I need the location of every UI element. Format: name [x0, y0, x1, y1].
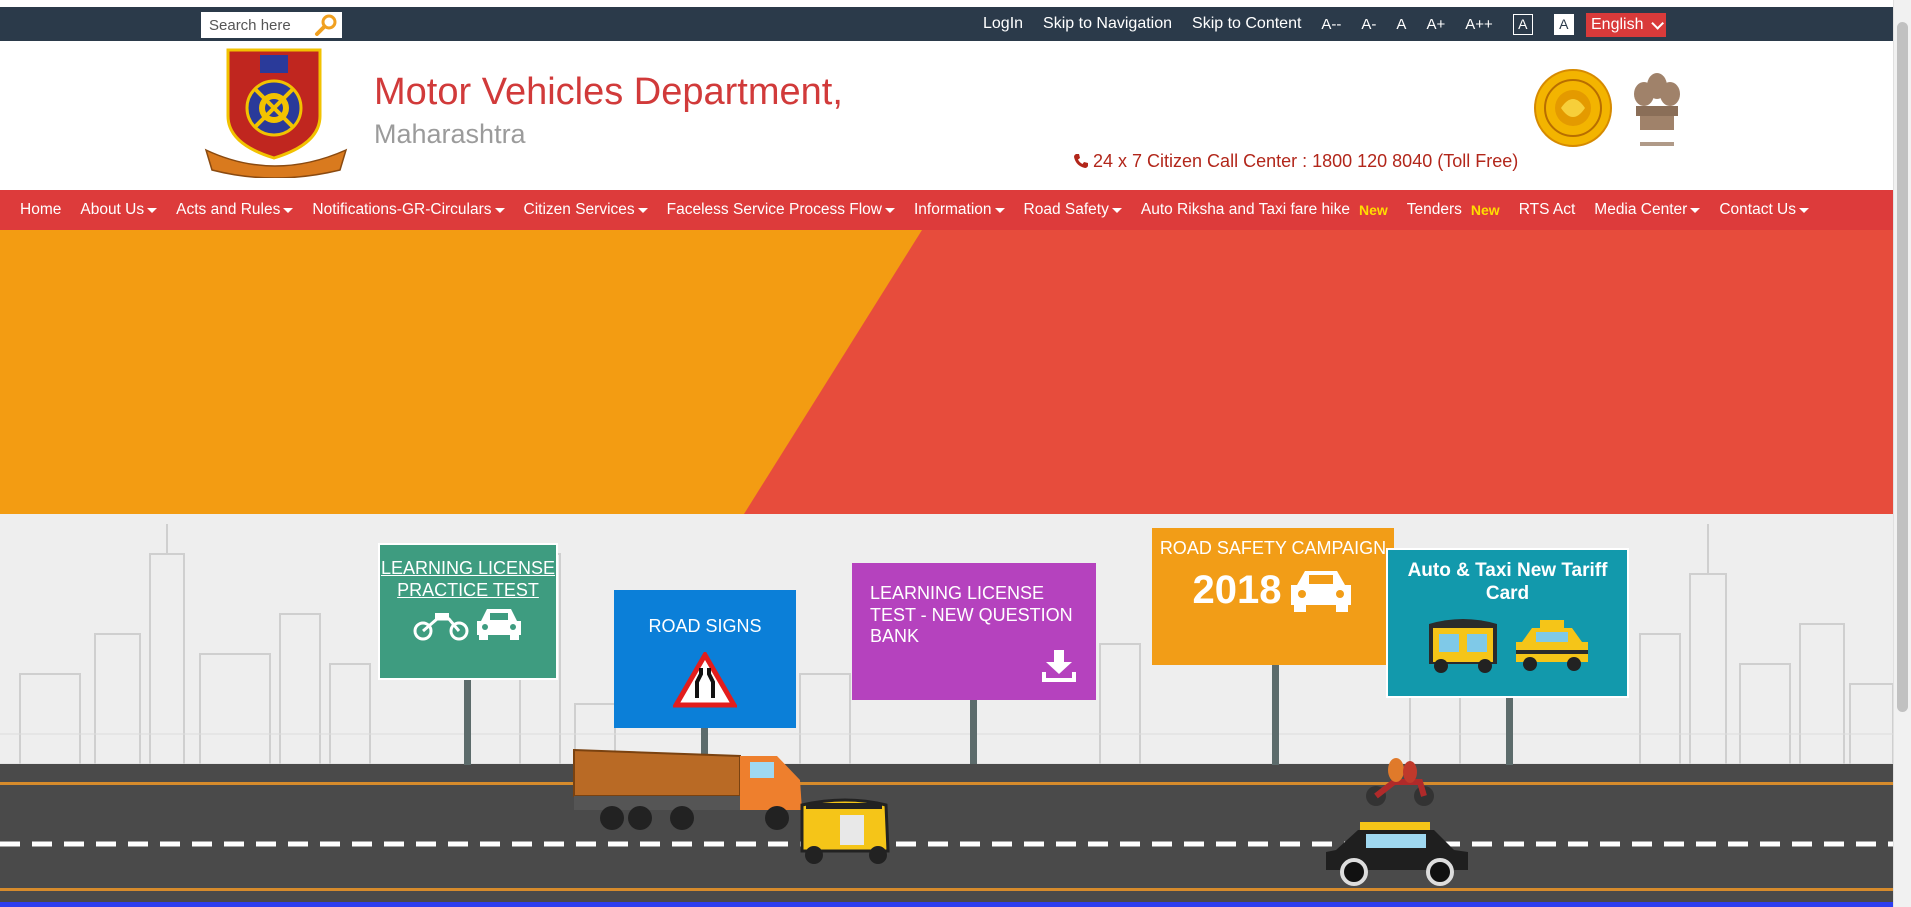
font-size-largest[interactable]: A++ [1465, 16, 1493, 33]
hero-banner [0, 230, 1893, 514]
caret-down-icon [994, 207, 1005, 213]
road-signs-label: ROAD SIGNS [648, 616, 762, 636]
page-title: Motor Vehicles Department, [374, 71, 843, 113]
nav-home-label: Home [20, 201, 62, 218]
call-center: 24 x 7 Citizen Call Center : 1800 120 80… [1073, 151, 1518, 172]
motorcycle-riders-illustration [1366, 758, 1434, 806]
nav-road-safety-label: Road Safety [1023, 201, 1109, 218]
department-emblem-logo[interactable] [202, 46, 350, 178]
download-icon [1042, 650, 1076, 682]
language-select[interactable]: English [1586, 13, 1666, 37]
contrast-dark-button[interactable]: A [1512, 13, 1533, 35]
top-links: LogIn Skip to Navigation Skip to Content… [983, 7, 1595, 41]
road-safety-year-row: 2018 [1152, 566, 1394, 614]
nav-rts-act[interactable]: RTS Act [1519, 201, 1576, 219]
motorcycle-icon [413, 613, 469, 641]
nav-tenders[interactable]: Tenders New [1407, 201, 1500, 219]
practice-test-board[interactable]: LEARNING LICENSE PRACTICE TEST [378, 543, 558, 680]
page: LogIn Skip to Navigation Skip to Content… [0, 0, 1893, 907]
nav-auto-riksha-fare[interactable]: Auto Riksha and Taxi fare hike New [1141, 201, 1388, 219]
sign-pole [464, 680, 471, 765]
top-bar: LogIn Skip to Navigation Skip to Content… [0, 7, 1893, 41]
skip-to-navigation-link[interactable]: Skip to Navigation [1043, 15, 1172, 33]
new-badge: New [1470, 202, 1500, 218]
auto-rickshaw-illustration [800, 798, 890, 864]
main-nav: Home About Us Acts and Rules Notificatio… [0, 190, 1893, 230]
nav-contact-us-label: Contact Us [1719, 201, 1796, 218]
site-header: Motor Vehicles Department, Maharashtra 2… [0, 41, 1893, 190]
search-box [201, 12, 342, 38]
taxi-icon [1516, 619, 1589, 671]
caret-down-icon [283, 207, 294, 213]
nav-notifications[interactable]: Notifications-GR-Circulars [312, 201, 505, 219]
chevron-down-icon [1651, 16, 1665, 30]
font-size-normal[interactable]: A [1396, 16, 1406, 33]
nav-acts-and-rules-label: Acts and Rules [176, 201, 281, 218]
road-signs-board[interactable]: ROAD SIGNS [614, 590, 796, 728]
page-subtitle: Maharashtra [374, 119, 526, 149]
font-size-larger[interactable]: A+ [1426, 16, 1445, 33]
road-sign-icon [671, 649, 739, 708]
auto-rickshaw-icon [1428, 618, 1497, 673]
caret-down-icon [637, 207, 648, 213]
nav-faceless-service[interactable]: Faceless Service Process Flow [667, 201, 895, 219]
nav-rts-act-label: RTS Act [1518, 201, 1576, 218]
nav-information[interactable]: Information [914, 201, 1005, 219]
nav-tenders-label: Tenders [1406, 201, 1462, 218]
nav-faceless-service-label: Faceless Service Process Flow [666, 201, 882, 218]
road-safety-year: 2018 [1192, 567, 1282, 612]
tariff-vehicle-icons [1388, 614, 1627, 683]
nav-acts-and-rules[interactable]: Acts and Rules [176, 201, 294, 219]
car-icon [476, 609, 521, 641]
call-center-text: 24 x 7 Citizen Call Center : 1800 120 80… [1093, 151, 1519, 171]
nav-citizen-services[interactable]: Citizen Services [524, 201, 648, 219]
nav-auto-riksha-fare-label: Auto Riksha and Taxi fare hike [1140, 201, 1350, 218]
nav-citizen-services-label: Citizen Services [523, 201, 635, 218]
question-bank-label: LEARNING LICENSE TEST - NEW QUESTION BAN… [870, 583, 1073, 647]
font-size-smaller[interactable]: A- [1361, 16, 1376, 33]
road-safety-label: ROAD SAFETY CAMPAIGN [1159, 538, 1387, 558]
maharashtra-seal-logo [1534, 69, 1612, 147]
nav-about-us-label: About Us [80, 201, 145, 218]
login-link[interactable]: LogIn [983, 15, 1023, 33]
sign-pole [1272, 665, 1279, 765]
tariff-card-label: Auto & Taxi New Tariff Card [1407, 560, 1608, 604]
taxi-illustration [1326, 822, 1468, 886]
nav-information-label: Information [914, 201, 992, 218]
phone-icon [1074, 154, 1088, 168]
search-icon[interactable] [314, 14, 338, 36]
car-icon [1291, 570, 1352, 612]
dump-truck-illustration [573, 748, 802, 830]
scrollbar-thumb[interactable] [1897, 22, 1908, 712]
nav-home[interactable]: Home [20, 201, 61, 219]
contrast-light-button[interactable]: A [1553, 13, 1574, 35]
nav-contact-us[interactable]: Contact Us [1719, 201, 1809, 219]
skip-to-content-link[interactable]: Skip to Content [1192, 15, 1301, 33]
font-size-smallest[interactable]: A-- [1321, 16, 1341, 33]
practice-test-label: LEARNING LICENSE PRACTICE TEST [380, 558, 556, 600]
nav-about-us[interactable]: About Us [80, 201, 158, 219]
vehicle-icons [380, 607, 556, 647]
new-badge: New [1358, 202, 1388, 218]
page-scrollbar[interactable] [1893, 0, 1911, 907]
language-selected: English [1591, 16, 1644, 33]
nav-media-center-label: Media Center [1594, 201, 1688, 218]
caret-down-icon [1690, 207, 1701, 213]
national-emblem-logo [1634, 73, 1680, 146]
caret-down-icon [494, 207, 505, 213]
nav-road-safety[interactable]: Road Safety [1024, 201, 1122, 219]
tariff-card-board[interactable]: Auto & Taxi New Tariff Card [1386, 548, 1629, 698]
sign-pole [1506, 698, 1513, 765]
search-input[interactable] [201, 12, 322, 38]
caret-down-icon [1799, 207, 1809, 213]
caret-down-icon [885, 207, 895, 213]
caret-down-icon [147, 207, 158, 213]
font-size-controls: A-- A- A A+ A++ [1321, 16, 1512, 33]
caret-down-icon [1111, 207, 1122, 213]
road-safety-campaign-board[interactable]: ROAD SAFETY CAMPAIGN 2018 [1152, 528, 1394, 665]
sign-pole [970, 700, 977, 764]
nav-notifications-label: Notifications-GR-Circulars [312, 201, 492, 218]
question-bank-board[interactable]: LEARNING LICENSE TEST - NEW QUESTION BAN… [852, 563, 1096, 700]
nav-media-center[interactable]: Media Center [1594, 201, 1701, 219]
